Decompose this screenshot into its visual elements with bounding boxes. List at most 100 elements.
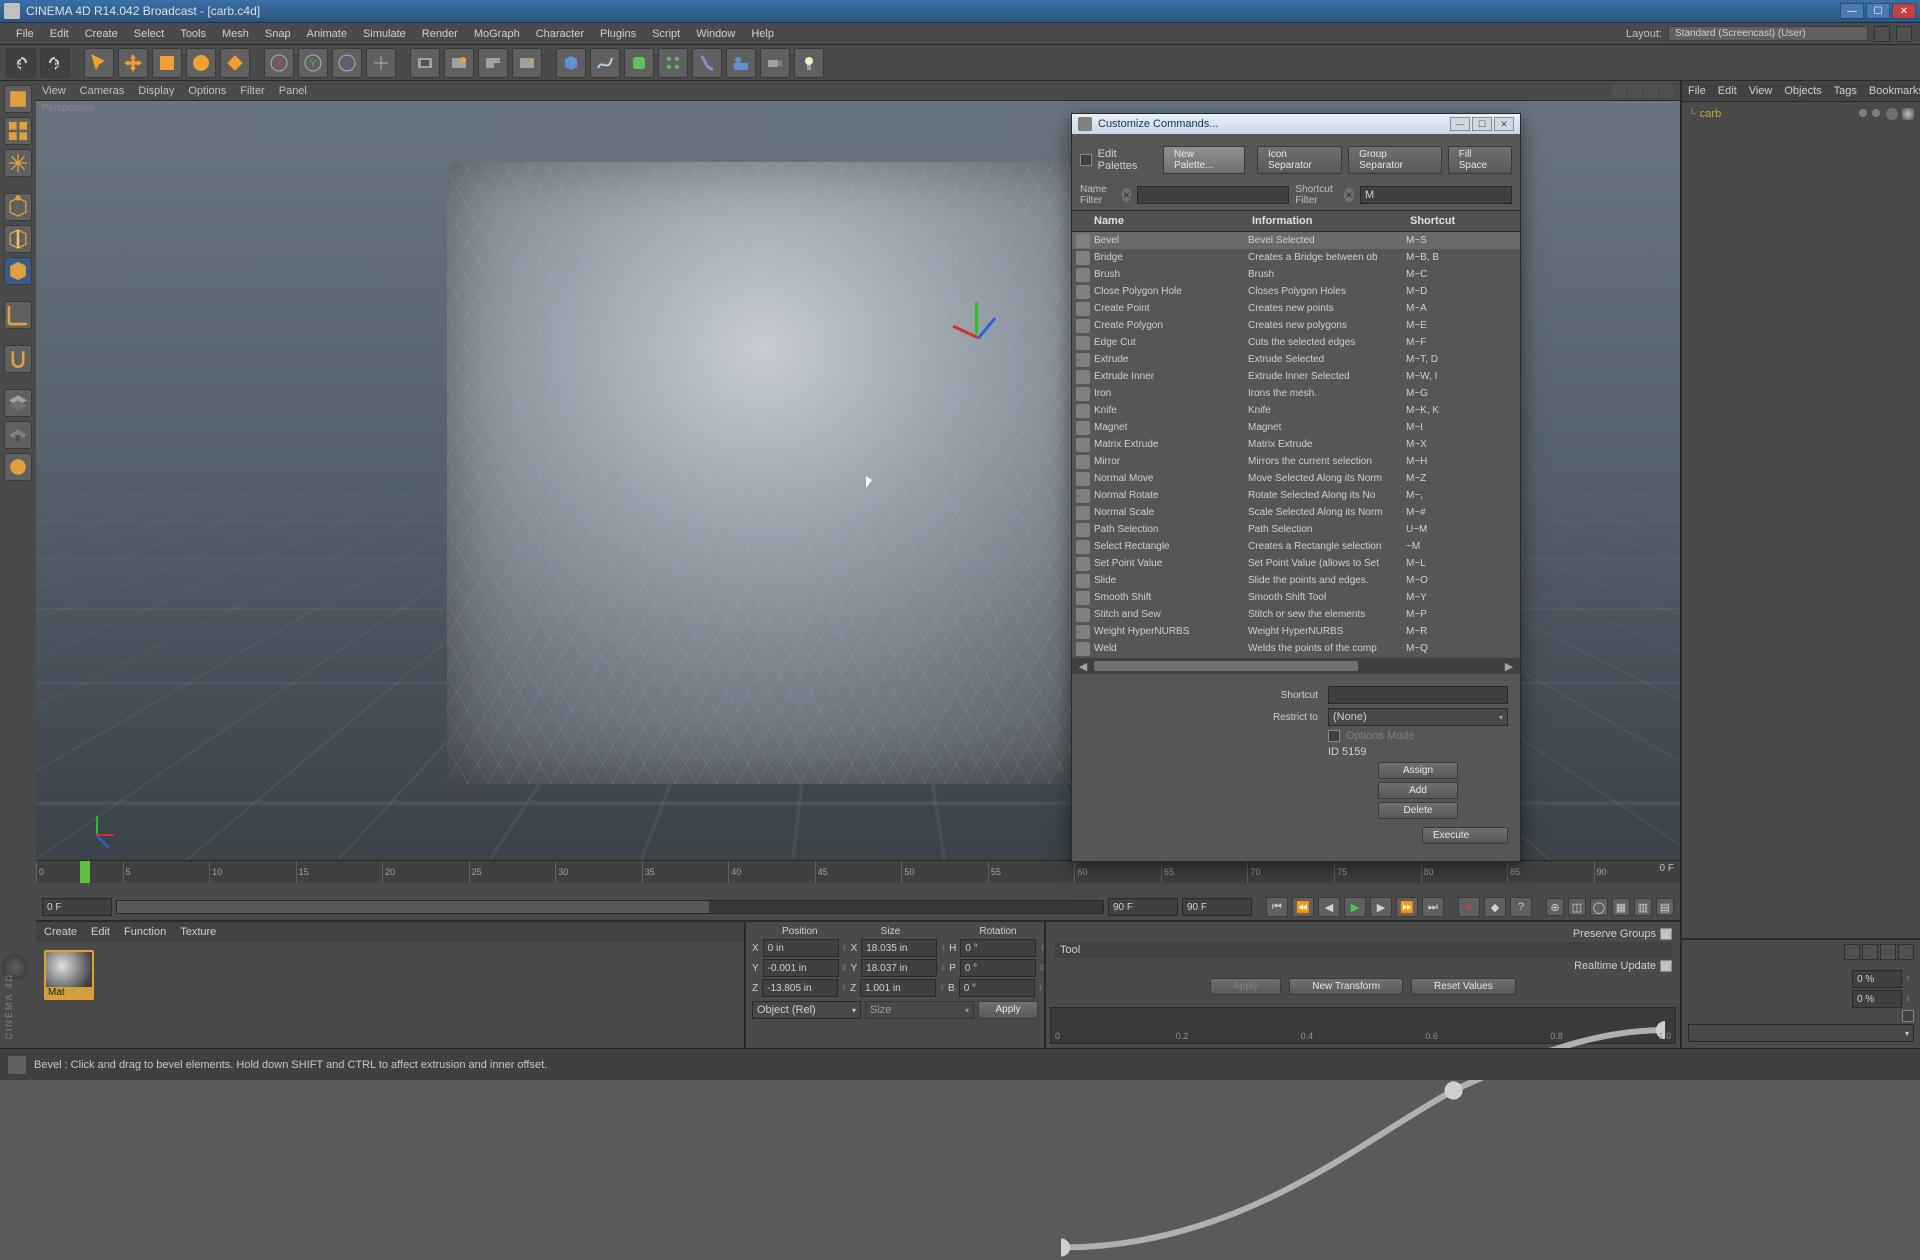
menu-file[interactable]: File [8,26,42,42]
psr-rotation-input[interactable] [959,979,1035,997]
step-forward[interactable]: ▶ [1370,897,1392,917]
psr-size-input[interactable] [860,979,936,997]
menu-tools[interactable]: Tools [172,26,214,42]
om-tab-objects[interactable]: Objects [1784,85,1821,97]
goto-next-key[interactable]: ⏩ [1396,897,1418,917]
coord-system[interactable] [366,48,396,78]
command-row[interactable]: Slide Slide the points and edges. M~O [1072,572,1520,589]
psr-size-dropdown[interactable]: Size [865,1001,974,1019]
dialog-minimize[interactable]: — [1450,117,1470,131]
command-row[interactable]: Bevel Bevel Selected M~S [1072,232,1520,249]
key-param[interactable]: ▦ [1612,898,1630,916]
execute-button[interactable]: Execute [1422,827,1508,844]
menu-help[interactable]: Help [743,26,782,42]
autokey-button[interactable]: ◆ [1484,897,1506,917]
point-mode[interactable] [4,193,32,221]
command-row[interactable]: Extrude Inner Extrude Inner Selected M~W… [1072,368,1520,385]
key-pos[interactable]: ⊕ [1546,898,1564,916]
object-manager[interactable]: └ carb [1682,101,1920,126]
vp-menu-filter[interactable]: Filter [240,85,264,97]
command-row[interactable]: Smooth Shift Smooth Shift Tool M~Y [1072,589,1520,606]
array-tool[interactable] [658,48,688,78]
environment-tool[interactable] [726,48,756,78]
psr-position-input[interactable] [763,959,839,977]
attr-apply-button[interactable]: Apply [1210,978,1281,995]
name-filter-input[interactable] [1137,186,1289,204]
command-row[interactable]: Normal Scale Scale Selected Along its No… [1072,504,1520,521]
preserve-groups-check[interactable]: ✓ [1660,928,1672,940]
make-editable[interactable] [4,85,32,113]
menu-snap[interactable]: Snap [257,26,299,42]
om-tab-tags[interactable]: Tags [1834,85,1857,97]
vp-nav-icon-3[interactable] [1644,84,1658,98]
command-row[interactable]: Weight HyperNURBS Weight HyperNURBS M~R [1072,623,1520,640]
command-row[interactable]: Close Polygon Hole Closes Polygon Holes … [1072,283,1520,300]
transform-gizmo[interactable] [957,314,997,354]
light-tool[interactable] [794,48,824,78]
om-tab-file[interactable]: File [1688,85,1706,97]
icon-separator-button[interactable]: Icon Separator [1257,146,1342,174]
texture-mode[interactable] [4,149,32,177]
vp-menu-view[interactable]: View [42,85,66,97]
command-row[interactable]: Extrude Extrude Selected M~T, D [1072,351,1520,368]
vp-menu-display[interactable]: Display [138,85,174,97]
menu-window[interactable]: Window [688,26,743,42]
gizmo-z-axis[interactable] [977,317,996,339]
render-settings[interactable] [478,48,508,78]
psr-rotation-input[interactable] [960,939,1036,957]
deformer-tool[interactable] [692,48,722,78]
menu-script[interactable]: Script [644,26,688,42]
command-row[interactable]: Create Polygon Creates new polygons M~E [1072,317,1520,334]
command-row[interactable]: Edge Cut Cuts the selected edges M~F [1072,334,1520,351]
group-separator-button[interactable]: Group Separator [1348,146,1442,174]
command-row[interactable]: Brush Brush M~C [1072,266,1520,283]
render-view[interactable] [410,48,440,78]
vp-menu-cameras[interactable]: Cameras [80,85,125,97]
vp-menu-options[interactable]: Options [188,85,226,97]
vp-nav-icon-2[interactable] [1628,84,1642,98]
command-row[interactable]: Knife Knife M~K, K [1072,402,1520,419]
object-visibility-render[interactable] [1872,109,1880,117]
dialog-maximize[interactable]: ☐ [1472,117,1492,131]
window-maximize[interactable]: ☐ [1866,3,1890,19]
undo-button[interactable] [6,48,36,78]
command-row[interactable]: Magnet Magnet M~I [1072,419,1520,436]
edit-palettes-check[interactable] [1080,154,1092,166]
last-tool[interactable] [220,48,250,78]
z-axis-lock[interactable]: Z [332,48,362,78]
om-tab-bookmarks[interactable]: Bookmarks [1869,85,1920,97]
delete-button[interactable]: Delete [1378,802,1458,819]
shortcut-field[interactable] [1328,686,1508,704]
edge-mode[interactable] [4,225,32,253]
menu-render[interactable]: Render [414,26,466,42]
command-row[interactable]: Path Selection Path Selection U~M [1072,521,1520,538]
key-all[interactable]: ▤ [1656,898,1674,916]
shortcut-filter-input[interactable] [1360,186,1512,204]
planar-workplane[interactable] [4,453,32,481]
key-rot[interactable]: ◯ [1590,898,1608,916]
y-axis-lock[interactable]: Y [298,48,328,78]
menu-create[interactable]: Create [77,26,126,42]
picture-viewer[interactable] [512,48,542,78]
psr-position-input[interactable] [762,979,838,997]
nurbs-tool[interactable] [624,48,654,78]
command-row[interactable]: Stitch and Sew Stitch or sew the element… [1072,606,1520,623]
psr-apply-button[interactable]: Apply [978,1001,1038,1019]
object-visibility-editor[interactable] [1859,109,1867,117]
window-minimize[interactable]: — [1840,3,1864,19]
locked-workplane[interactable] [4,421,32,449]
command-row[interactable]: Weld Welds the points of the comp M~Q [1072,640,1520,657]
material-swatch[interactable]: Mat [44,950,94,1000]
rotate-tool[interactable] [186,48,216,78]
psr-mode-dropdown[interactable]: Object (Rel) [752,1001,861,1019]
menu-mograph[interactable]: MoGraph [466,26,528,42]
command-row[interactable]: Normal Rotate Rotate Selected Along its … [1072,487,1520,504]
key-pla[interactable]: ▥ [1634,898,1652,916]
record-button[interactable]: ● [1458,897,1480,917]
move-tool[interactable] [118,48,148,78]
new-palette-button[interactable]: New Palette... [1163,146,1245,174]
command-row[interactable]: Create Point Creates new points M~A [1072,300,1520,317]
gizmo-y-axis[interactable] [975,302,978,334]
timeline-range-slider[interactable] [116,900,1104,914]
goto-start[interactable]: ⏮ [1266,897,1288,917]
